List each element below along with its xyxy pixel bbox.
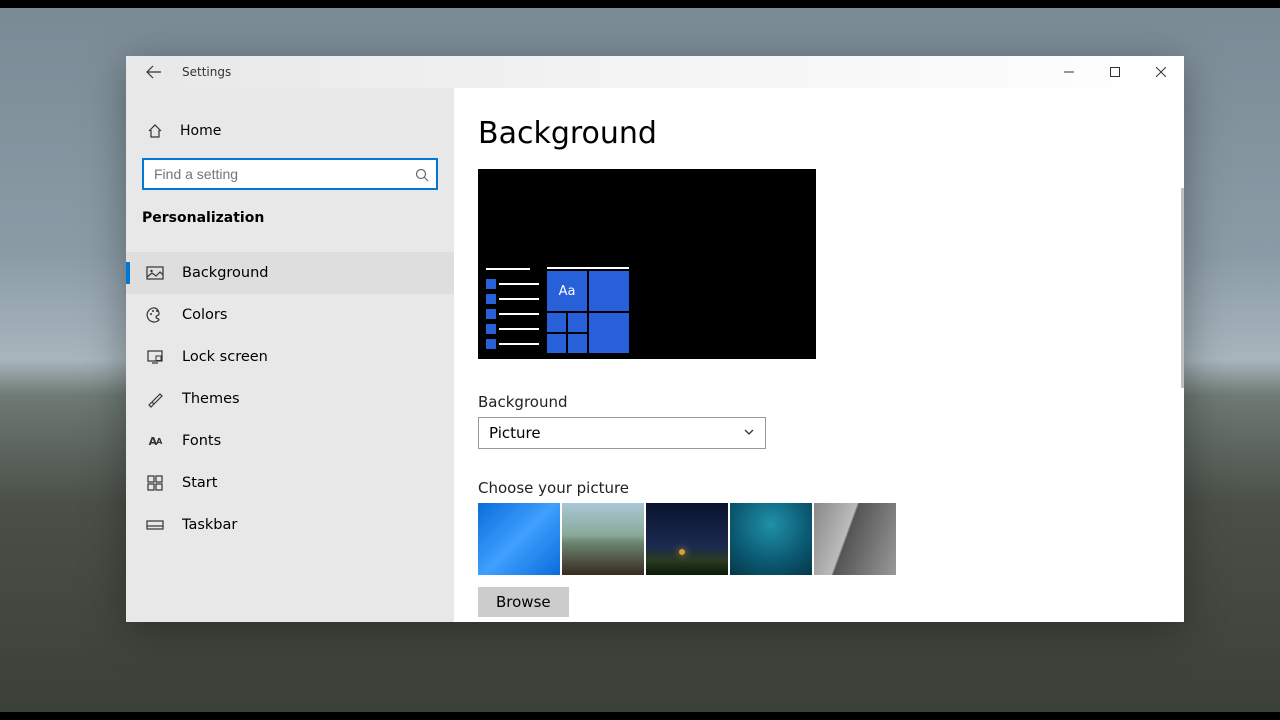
choose-picture-label: Choose your picture [478,479,1184,497]
back-arrow-icon [146,64,162,80]
sidebar-item-start[interactable]: Start [126,462,454,504]
sidebar-item-lock-screen[interactable]: Lock screen [126,336,454,378]
sidebar-item-label: Taskbar [182,517,237,533]
lock-screen-icon [146,348,164,366]
sidebar-item-label: Lock screen [182,349,268,365]
page-heading: Background [478,116,1184,151]
sidebar-home-label: Home [180,123,221,139]
taskbar-icon [146,516,164,534]
sidebar-item-label: Start [182,475,217,491]
back-button[interactable] [134,56,174,88]
chevron-down-icon [743,424,755,442]
picture-icon [146,264,164,282]
close-icon [1156,67,1166,77]
picture-thumbnail[interactable] [562,503,644,575]
window-controls [1046,56,1184,88]
picture-thumbnail[interactable] [730,503,812,575]
window-body: Home Personalization Background [126,88,1184,622]
picture-thumbnail[interactable] [814,503,896,575]
start-icon [146,474,164,492]
titlebar: Settings [126,56,1184,88]
minimize-icon [1064,67,1074,77]
palette-icon [146,306,164,324]
home-icon [146,122,164,140]
scrollbar[interactable] [1181,188,1184,388]
sidebar-nav: Background Colors Lock screen [126,252,454,546]
search-box [142,158,438,190]
search-input[interactable] [142,158,438,190]
settings-window: Settings Home [126,56,1184,622]
picture-thumbnail[interactable] [646,503,728,575]
picture-thumbnails [478,503,1184,575]
letterbox-top [0,0,1280,8]
preview-aa-tile: Aa [547,271,587,311]
preview-start-menu: Aa [486,257,816,353]
background-dropdown-value: Picture [489,424,541,442]
search-icon [415,167,429,181]
sidebar-item-label: Colors [182,307,227,323]
sidebar-item-label: Fonts [182,433,221,449]
sidebar-item-label: Background [182,265,269,281]
sidebar-item-label: Themes [182,391,240,407]
background-dropdown[interactable]: Picture [478,417,766,449]
sidebar-item-colors[interactable]: Colors [126,294,454,336]
minimize-button[interactable] [1046,56,1092,88]
sidebar-category: Personalization [126,190,454,236]
window-title: Settings [182,65,231,79]
content-area: Background Aa [454,88,1184,622]
background-dropdown-label: Background [478,393,1184,411]
sidebar: Home Personalization Background [126,88,454,622]
close-button[interactable] [1138,56,1184,88]
letterbox-bottom [0,712,1280,720]
picture-thumbnail[interactable] [478,503,560,575]
sidebar-home[interactable]: Home [126,112,454,150]
maximize-icon [1110,67,1120,77]
sidebar-item-background[interactable]: Background [126,252,454,294]
sidebar-item-themes[interactable]: Themes [126,378,454,420]
brush-icon [146,390,164,408]
background-preview: Aa [478,169,816,359]
fonts-icon: AA [146,432,164,450]
sidebar-item-taskbar[interactable]: Taskbar [126,504,454,546]
maximize-button[interactable] [1092,56,1138,88]
sidebar-item-fonts[interactable]: AA Fonts [126,420,454,462]
browse-button[interactable]: Browse [478,587,569,617]
